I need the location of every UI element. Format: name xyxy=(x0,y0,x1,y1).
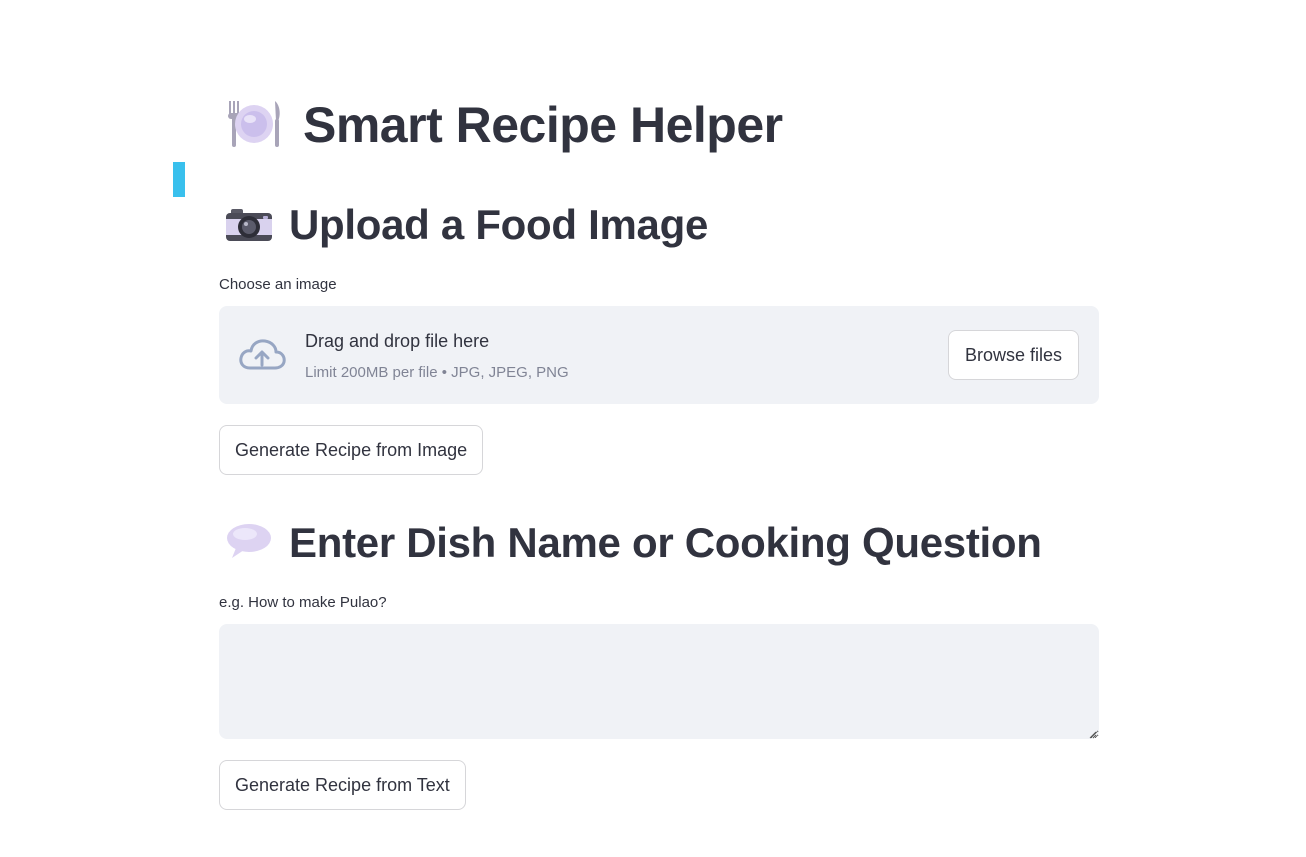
cloud-upload-icon xyxy=(238,337,286,373)
dropzone-title: Drag and drop file here xyxy=(305,331,490,351)
decorative-accent-bar xyxy=(173,162,185,197)
text-input-label: e.g. How to make Pulao? xyxy=(219,594,387,611)
text-section-heading: Enter Dish Name or Cooking Question xyxy=(225,517,1042,569)
generate-from-text-button[interactable]: Generate Recipe from Text xyxy=(219,760,466,810)
speech-bubble-icon xyxy=(225,521,273,566)
file-dropzone[interactable]: Drag and drop file here Limit 200MB per … xyxy=(219,306,1099,404)
dish-question-textarea[interactable] xyxy=(219,624,1099,739)
page-header: Smart Recipe Helper xyxy=(225,94,783,156)
upload-heading: Upload a Food Image xyxy=(289,201,708,248)
page-title: Smart Recipe Helper xyxy=(303,97,783,153)
resize-grip-icon[interactable] xyxy=(1087,726,1097,739)
upload-section-heading: Upload a Food Image xyxy=(225,199,708,251)
browse-files-button[interactable]: Browse files xyxy=(947,330,1079,380)
plate-with-cutlery-icon xyxy=(225,97,283,154)
generate-from-image-button[interactable]: Generate Recipe from Image xyxy=(219,425,484,475)
camera-icon xyxy=(225,203,273,248)
dropzone-subtitle: Limit 200MB per file • JPG, JPEG, PNG xyxy=(305,364,569,381)
image-upload-label: Choose an image xyxy=(219,276,337,293)
text-heading: Enter Dish Name or Cooking Question xyxy=(289,519,1042,566)
